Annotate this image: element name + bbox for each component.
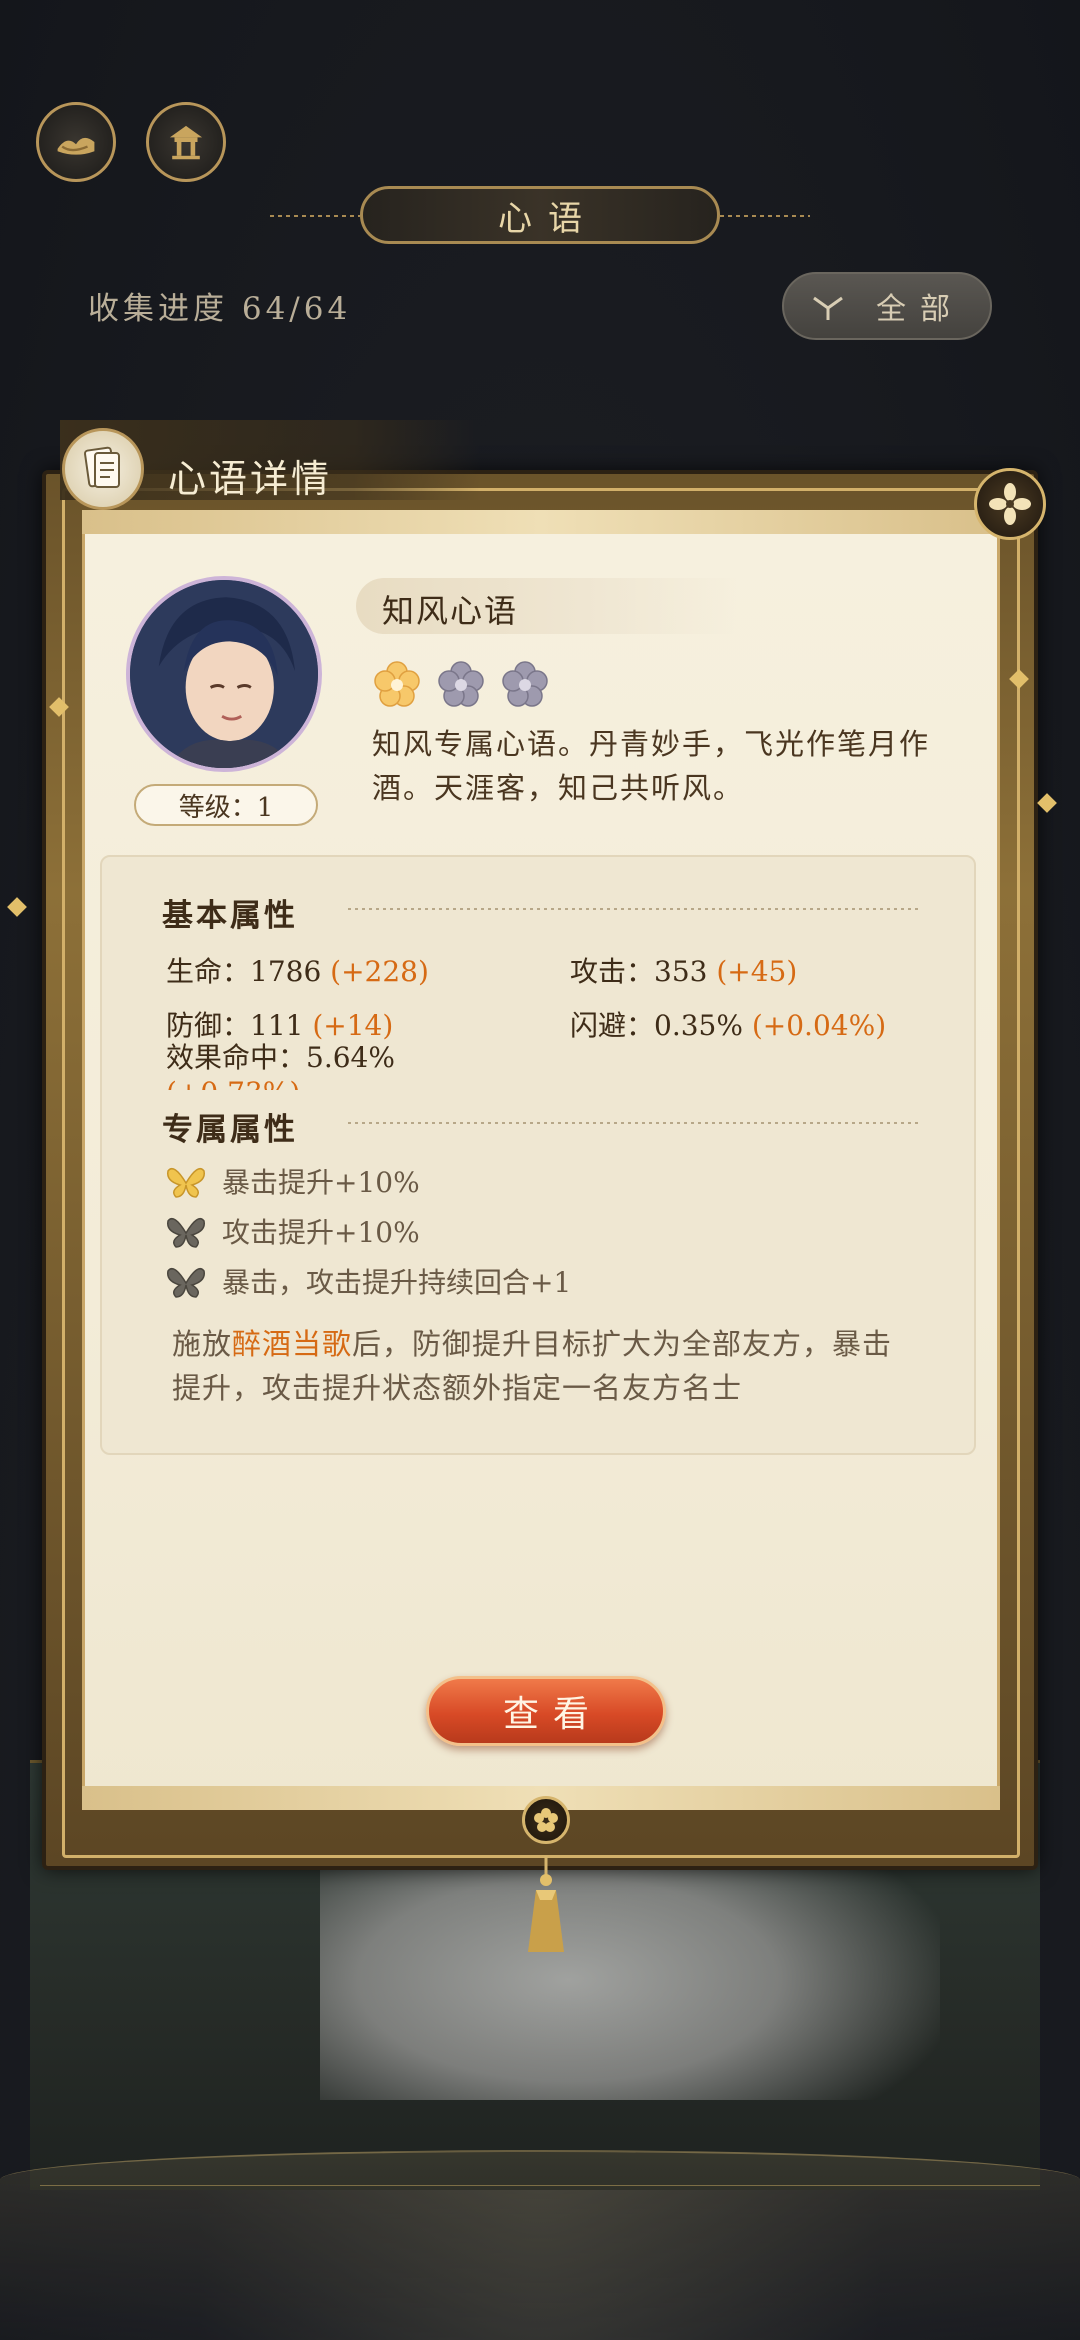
- close-icon: [989, 483, 1031, 525]
- background-border: [40, 2185, 1040, 2205]
- attack-value: 攻击：353: [570, 955, 708, 988]
- card-icon-badge: [62, 428, 144, 510]
- section-divider: [348, 1122, 922, 1124]
- flower-star-inactive-icon: [438, 661, 484, 707]
- collection-progress: 收集进度 64/64: [88, 291, 352, 327]
- exclusive-list: 暴击提升+10% 攻击提升+10% 暴击，攻击提升持续回合+1: [164, 1156, 571, 1306]
- filter-label: 全部: [876, 292, 964, 327]
- tassel-knob: [522, 1796, 570, 1844]
- pavilion-icon: [169, 125, 203, 160]
- card-name: 知风心语: [382, 592, 519, 630]
- butterfly-inactive-icon: [167, 1218, 205, 1248]
- plum-flower-icon: [534, 1808, 558, 1832]
- flower-star-inactive-icon: [502, 661, 548, 707]
- list-item: 暴击，攻击提升持续回合+1: [164, 1256, 571, 1306]
- butterfly-active-icon: [167, 1168, 205, 1198]
- filter-icon: [813, 296, 843, 320]
- section-divider: [348, 908, 922, 910]
- exclusive-item-label: 暴击，攻击提升持续回合+1: [222, 1266, 572, 1299]
- landscape-button[interactable]: [36, 102, 116, 182]
- page-title: 心语: [498, 198, 598, 239]
- close-button[interactable]: [974, 468, 1046, 540]
- dodge-stat: 闪避：0.35% (+0.04%): [570, 1004, 886, 1044]
- passive-description: 施放醉酒当歌后，防御提升目标扩大为全部友方，暴击提升，攻击提升状态额外指定一名友…: [172, 1322, 912, 1410]
- pavilion-button[interactable]: [146, 102, 226, 182]
- dodge-bonus: (+0.04%): [751, 1009, 887, 1042]
- side-gem: [1037, 793, 1057, 813]
- dodge-value: 闪避：0.35%: [570, 1009, 743, 1042]
- attack-stat: 攻击：353 (+45): [570, 950, 797, 990]
- hp-value: 生命：1786: [166, 955, 322, 988]
- hp-bonus: (+228): [330, 955, 429, 988]
- hit-value: 效果命中：5.64%: [166, 1041, 395, 1074]
- side-gem: [7, 897, 27, 917]
- exclusive-attributes-title: 专属属性: [162, 1112, 298, 1148]
- basic-attributes-title: 基本属性: [162, 898, 298, 934]
- title-divider-right: [720, 215, 810, 217]
- attack-bonus: (+45): [716, 955, 798, 988]
- list-item: 攻击提升+10%: [164, 1206, 571, 1256]
- character-portrait-image: [130, 580, 318, 768]
- card-description: 知风专属心语。丹青妙手，飞光作笔月作酒。天涯客，知己共听风。: [372, 727, 931, 805]
- view-button[interactable]: 查看: [426, 1676, 666, 1746]
- panel-title: 心语详情: [168, 457, 333, 501]
- panel-top-ribbon: [82, 510, 1000, 534]
- flower-star-active-icon: [374, 661, 420, 707]
- hp-stat: 生命：1786 (+228): [166, 950, 429, 990]
- exclusive-item-label: 暴击提升+10%: [222, 1166, 420, 1199]
- character-avatar: [126, 576, 322, 772]
- background-wave: [0, 2150, 1080, 2340]
- card-icon: [84, 446, 120, 488]
- title-divider-left: [270, 215, 360, 217]
- passive-prefix: 施放: [172, 1327, 233, 1361]
- tassel-ornament: [528, 1856, 564, 1952]
- level-badge: 等级：1: [134, 784, 318, 826]
- hit-stat-clip: 效果命中：5.64% (+0.73%): [166, 1036, 566, 1090]
- filter-button[interactable]: 全部: [782, 272, 992, 340]
- list-item: 暴击提升+10%: [164, 1156, 571, 1206]
- passive-skill-name: 醉酒当歌: [232, 1327, 353, 1361]
- hit-bonus: (+0.73%): [166, 1076, 566, 1090]
- butterfly-inactive-icon: [167, 1268, 205, 1298]
- exclusive-item-label: 攻击提升+10%: [222, 1216, 420, 1249]
- landscape-icon: [57, 137, 95, 155]
- title-plate: 心语: [360, 186, 720, 244]
- star-rating: [372, 660, 550, 710]
